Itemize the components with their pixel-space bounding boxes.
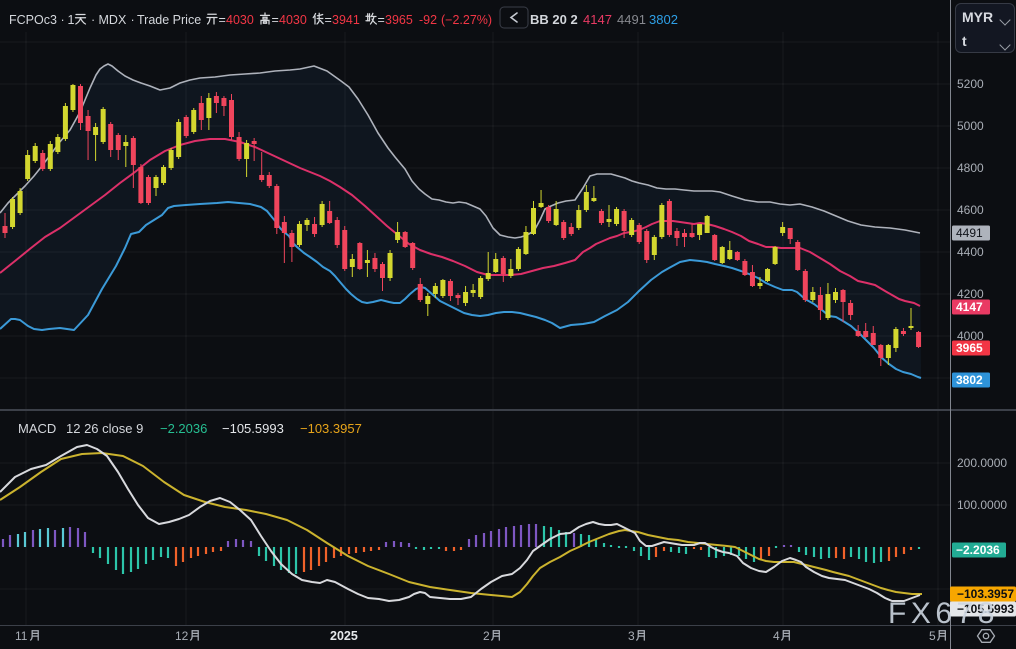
svg-text:2025: 2025 bbox=[330, 629, 358, 643]
svg-text:-92: -92 bbox=[419, 13, 437, 27]
svg-text:BB 20 2: BB 20 2 bbox=[530, 12, 578, 27]
svg-text:−105.5993: −105.5993 bbox=[222, 421, 284, 436]
svg-text:=: = bbox=[325, 13, 332, 27]
svg-text:MDX: MDX bbox=[99, 13, 127, 27]
svg-text:4147: 4147 bbox=[956, 300, 983, 314]
svg-text:3: 3 bbox=[628, 629, 635, 643]
svg-text:4030: 4030 bbox=[226, 13, 254, 27]
svg-text:=: = bbox=[219, 13, 226, 27]
svg-text:−2.2036: −2.2036 bbox=[160, 421, 207, 436]
svg-text:4491: 4491 bbox=[956, 226, 983, 240]
svg-text:3802: 3802 bbox=[649, 12, 678, 27]
svg-text:1: 1 bbox=[68, 13, 75, 27]
svg-text:4600: 4600 bbox=[957, 203, 984, 217]
svg-text:MACD: MACD bbox=[18, 421, 56, 436]
svg-text:4800: 4800 bbox=[957, 161, 984, 175]
svg-text:100.0000: 100.0000 bbox=[957, 498, 1007, 512]
svg-text:(−2.27%): (−2.27%) bbox=[441, 13, 492, 27]
svg-text:FX678: FX678 bbox=[888, 597, 999, 630]
svg-text:4147: 4147 bbox=[583, 12, 612, 27]
svg-text:4030: 4030 bbox=[279, 13, 307, 27]
svg-text:FCPOc3: FCPOc3 bbox=[9, 13, 57, 27]
svg-text:4491: 4491 bbox=[617, 12, 646, 27]
svg-text:3802: 3802 bbox=[956, 373, 983, 387]
svg-text:−2.2036: −2.2036 bbox=[956, 543, 1000, 557]
svg-text:5: 5 bbox=[929, 629, 936, 643]
svg-text:=: = bbox=[272, 13, 279, 27]
svg-text:·: · bbox=[61, 13, 65, 27]
svg-text:4: 4 bbox=[773, 629, 780, 643]
svg-text:4400: 4400 bbox=[957, 245, 984, 259]
svg-text:5000: 5000 bbox=[957, 119, 984, 133]
svg-text:Trade Price: Trade Price bbox=[137, 13, 201, 27]
svg-text:12 26 close 9: 12 26 close 9 bbox=[66, 421, 143, 436]
svg-text:·: · bbox=[131, 13, 135, 27]
svg-text:200.0000: 200.0000 bbox=[957, 456, 1007, 470]
svg-text:4200: 4200 bbox=[957, 287, 984, 301]
svg-text:·: · bbox=[91, 13, 95, 27]
svg-text:−103.3957: −103.3957 bbox=[300, 421, 362, 436]
svg-text:2: 2 bbox=[483, 629, 490, 643]
svg-text:5200: 5200 bbox=[957, 77, 984, 91]
svg-text:3965: 3965 bbox=[385, 13, 413, 27]
svg-text:=: = bbox=[378, 13, 385, 27]
svg-text:11: 11 bbox=[15, 629, 28, 643]
svg-text:12: 12 bbox=[175, 629, 189, 643]
svg-text:3965: 3965 bbox=[956, 341, 983, 355]
svg-text:3941: 3941 bbox=[332, 13, 360, 27]
